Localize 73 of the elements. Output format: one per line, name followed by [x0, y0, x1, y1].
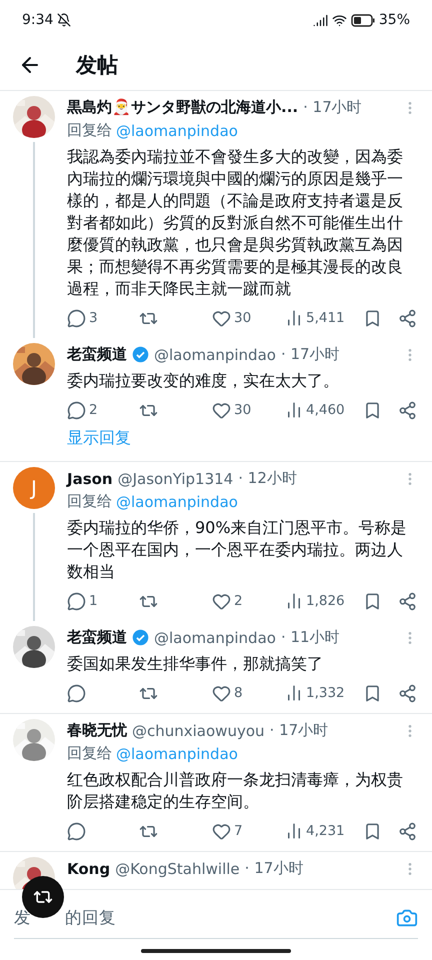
- view-count: 1,332: [306, 685, 345, 701]
- author-name[interactable]: Kong: [67, 860, 110, 878]
- views-icon[interactable]: [285, 401, 303, 419]
- battery-icon: [350, 14, 375, 26]
- post-text: 委内瑞拉要改变的难度，实在太大了。: [67, 370, 340, 392]
- post-text: 委内瑞拉的华侨，90%来自江门恩平市。号称是一个恩平在国内，一个恩平在委内瑞拉。两边人数相当: [67, 517, 408, 583]
- reply-icon[interactable]: [67, 308, 86, 328]
- post-time: · 11小时: [280, 628, 340, 647]
- post-time: · 17小时: [270, 721, 328, 740]
- views-icon[interactable]: [285, 309, 303, 327]
- author-name[interactable]: 老蛮频道: [67, 345, 127, 364]
- bookmark-icon[interactable]: [363, 592, 382, 610]
- post-time: · 12小时: [238, 469, 297, 488]
- post-time: · 17小时: [280, 345, 340, 364]
- author-handle: @KongStahlwille: [115, 860, 240, 878]
- reply-count: 1: [89, 593, 98, 609]
- wifi-icon: [332, 12, 347, 28]
- share-icon[interactable]: [398, 400, 417, 420]
- author-handle: @JasonYip1314: [118, 470, 234, 488]
- author-name[interactable]: 春晓无忧: [67, 721, 127, 740]
- view-count: 4,231: [306, 823, 345, 839]
- author-handle: @laomanpindao: [154, 346, 276, 364]
- bookmark-icon[interactable]: [363, 400, 382, 420]
- reply-count: 3: [89, 310, 98, 326]
- like-icon[interactable]: [212, 822, 231, 840]
- clock: 9:34: [22, 12, 54, 28]
- placeholder-text: 发: [14, 907, 31, 929]
- bookmark-icon[interactable]: [363, 822, 382, 840]
- like-count: 2: [234, 593, 243, 609]
- share-icon[interactable]: [398, 308, 417, 328]
- mute-icon: [57, 13, 72, 27]
- page-title: 发帖: [76, 52, 118, 79]
- like-icon[interactable]: [212, 308, 231, 328]
- view-count: 5,411: [306, 310, 345, 326]
- author-name[interactable]: 黒島灼🎅サンタ野獣の北海道小...: [67, 98, 298, 117]
- views-icon[interactable]: [285, 684, 303, 702]
- bookmark-icon[interactable]: [363, 308, 382, 328]
- reply-label: 回复给: [67, 121, 112, 140]
- views-icon[interactable]: [285, 822, 303, 840]
- like-count: 7: [234, 823, 243, 839]
- camera-icon[interactable]: [396, 907, 418, 929]
- battery-percent: 35%: [378, 12, 410, 28]
- like-icon[interactable]: [212, 684, 231, 702]
- author-name[interactable]: Jason: [67, 470, 113, 488]
- author-name[interactable]: 老蛮频道: [67, 628, 127, 647]
- share-icon[interactable]: [398, 822, 417, 840]
- post-time: · 17小时: [244, 859, 304, 878]
- author-handle: @chunxiaowuyou: [132, 722, 265, 740]
- bookmark-icon[interactable]: [363, 684, 382, 702]
- reply-icon[interactable]: [67, 400, 86, 420]
- share-icon[interactable]: [398, 592, 417, 610]
- reply-icon[interactable]: [67, 592, 86, 610]
- like-count: 8: [234, 685, 243, 701]
- signal-icon: [312, 12, 328, 28]
- post-time: · 17小时: [303, 98, 362, 117]
- like-icon[interactable]: [212, 592, 231, 610]
- post-text: 我認為委內瑞拉並不會發生多大的改變，因為委內瑞拉的爛污環境與中國的爛污的原因是幾乎一樣的，都是人的問題（不論是政府支持者還是反對者都如此）劣質的反對派自然不可能催生出什麼優質的執政黨，也只會是與劣質執政黨互為因果；而想變得不再劣質需要的是極其漫長的改良過程，而非天降民主就一蹴而就: [67, 146, 404, 300]
- reply-icon[interactable]: [67, 822, 86, 840]
- reply-label: 回复给: [67, 744, 112, 763]
- placeholder-text: 的回复: [65, 907, 116, 929]
- view-count: 1,826: [306, 593, 345, 609]
- share-icon[interactable]: [398, 684, 417, 702]
- like-count: 30: [234, 310, 252, 326]
- reply-label: 回复给: [67, 492, 112, 511]
- post-text: 委国如果发生排华事件，那就搞笑了: [67, 653, 324, 675]
- author-handle: @laomanpindao: [154, 628, 276, 646]
- reply-icon[interactable]: [67, 684, 86, 702]
- like-count: 30: [234, 402, 252, 418]
- post-text: 红色政权配合川普政府一条龙扫清毒瘴，为权贵阶层搭建稳定的生存空间。: [67, 769, 404, 813]
- views-icon[interactable]: [285, 592, 303, 610]
- like-icon[interactable]: [212, 400, 231, 420]
- reply-count: 2: [89, 402, 98, 418]
- view-count: 4,460: [306, 402, 345, 418]
